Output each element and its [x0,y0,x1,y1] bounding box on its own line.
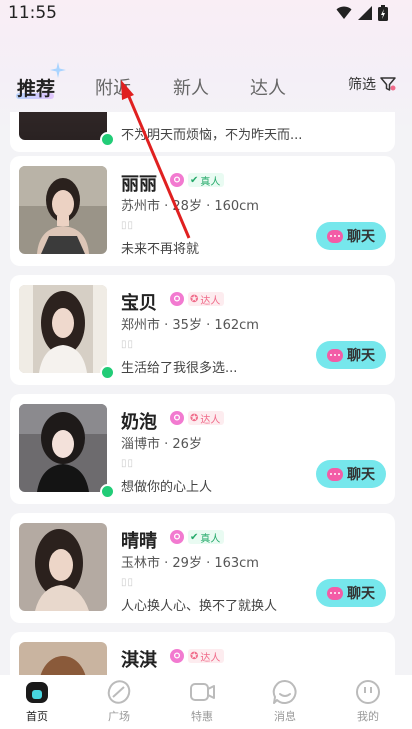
wifi-icon [336,6,352,19]
chat-label: 聊天 [347,467,375,483]
avatar [19,166,107,254]
status-time: 11:55 [8,3,57,23]
verified-badge: ✔ 真人 [188,173,225,188]
online-indicator [100,132,115,147]
user-name: 奶泡 [121,412,157,433]
tab-recommend[interactable]: 推荐 [17,74,55,101]
user-info: 玉林市 · 29岁 · 163cm [121,556,259,571]
user-bio: 未来不再将就 [121,242,200,257]
avatar [19,642,107,675]
user-badges: ✔ 真人 [170,173,225,188]
chat-label: 聊天 [347,586,375,602]
user-badges: ✪ 达人 [170,292,225,307]
expert-badge: ✪ 达人 [188,411,225,426]
star-icon: ✪ [190,293,199,305]
female-icon [170,292,184,306]
bottom-navigation: 首页 广场 特惠 消息 我的 [0,675,412,729]
female-icon [170,649,184,663]
video-icon [190,683,215,701]
nav-label: 特惠 [191,710,213,723]
chat-button[interactable]: 聊天 [316,460,386,488]
avatar [19,404,107,492]
online-indicator [100,365,115,380]
user-name: 丽丽 [121,174,157,195]
user-name: 晴晴 [121,531,157,552]
message-icon [272,679,297,704]
placeholder-glyphs: ▯▯ [121,577,135,588]
user-card[interactable]: 丽丽 ✔ 真人 苏州市 · 28岁 · 160cm ▯▯ 未来不再将就 聊天 [10,156,395,266]
user-badges: ✔ 真人 [170,530,225,545]
user-card-partial[interactable]: 不为明天而烦恼，不为昨天而... 聊天 [10,112,395,152]
user-bio: 不为明天而烦恼，不为昨天而... [121,128,303,143]
check-icon: ✔ [190,531,199,543]
user-card[interactable]: 淇淇 ✪ 达人 [10,632,395,675]
female-icon [170,530,184,544]
chat-bubble-icon [327,586,343,600]
user-name: 淇淇 [121,650,157,671]
user-info: 淄博市 · 26岁 [121,437,202,452]
chat-bubble-icon [327,467,343,481]
user-bio: 人心换人心、换不了就换人 [121,599,278,614]
square-icon [107,680,131,704]
nav-messages[interactable]: 消息 [255,679,315,724]
star-icon: ✪ [190,412,199,424]
female-icon [170,411,184,425]
chat-button[interactable]: 聊天 [316,222,386,250]
chat-bubble-icon [327,348,343,362]
chat-label: 聊天 [347,229,375,245]
user-bio: 生活给了我很多选... [121,361,238,376]
nav-home[interactable]: 首页 [7,679,67,724]
user-badges: ✪ 达人 [170,411,225,426]
chat-bubble-icon [327,229,343,243]
home-icon [26,682,48,703]
nav-profile[interactable]: 我的 [338,679,398,724]
nav-label: 首页 [26,710,48,723]
filter-label: 筛选 [348,77,376,93]
avatar [19,523,107,611]
star-icon: ✪ [190,650,199,662]
user-info: 苏州市 · 28岁 · 160cm [121,199,259,214]
placeholder-glyphs: ▯▯ [121,339,135,350]
user-bio: 想做你的心上人 [121,480,213,495]
status-bar: 11:55 [0,0,412,28]
status-icons [336,5,388,21]
nav-label: 我的 [357,710,379,723]
user-name: 宝贝 [121,293,157,314]
nav-special[interactable]: 特惠 [172,679,232,724]
user-list[interactable]: 不为明天而烦恼，不为昨天而... 聊天 丽丽 ✔真人 苏州市 · 28岁 · 1… [10,112,395,675]
profile-icon [356,680,380,704]
filter-button[interactable]: 筛选 [348,74,396,94]
chat-label: 聊天 [347,348,375,364]
filter-icon [380,77,396,91]
online-indicator [100,484,115,499]
user-card[interactable]: 奶泡 ✪ 达人 淄博市 · 26岁 ▯▯ 想做你的心上人 聊天 [10,394,395,504]
category-tabs: 推荐 附近 新人 达人 筛选 [0,62,412,106]
user-card[interactable]: 晴晴 ✔ 真人 玉林市 · 29岁 · 163cm ▯▯ 人心换人心、换不了就换人… [10,513,395,623]
nav-label: 消息 [274,710,296,723]
nav-square[interactable]: 广场 [89,679,149,724]
placeholder-glyphs: ▯▯ [121,220,135,231]
expert-badge: ✪ 达人 [188,292,225,307]
user-badges: ✪ 达人 [170,649,225,664]
chat-button[interactable]: 聊天 [316,579,386,607]
check-icon: ✔ [190,174,199,186]
tab-new[interactable]: 新人 [173,74,209,100]
female-icon [170,173,184,187]
expert-badge: ✪ 达人 [188,649,225,664]
signal-icon [358,6,372,20]
avatar [19,285,107,373]
nav-label: 广场 [108,710,130,723]
chat-button[interactable]: 聊天 [316,341,386,369]
battery-icon [378,5,388,21]
user-info: 郑州市 · 35岁 · 162cm [121,318,259,333]
placeholder-glyphs: ▯▯ [121,458,135,469]
tab-nearby[interactable]: 附近 [95,74,131,100]
user-card[interactable]: 宝贝 ✪ 达人 郑州市 · 35岁 · 162cm ▯▯ 生活给了我很多选... … [10,275,395,385]
tab-expert[interactable]: 达人 [250,74,286,100]
verified-badge: ✔ 真人 [188,530,225,545]
avatar [19,112,107,140]
